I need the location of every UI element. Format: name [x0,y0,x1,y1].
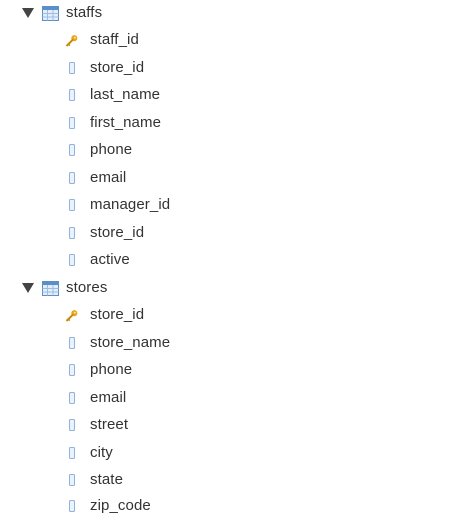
column-name: store_name [90,334,171,351]
column-row[interactable]: city [66,442,113,464]
column-row[interactable]: active [66,249,130,271]
key-icon [66,33,78,47]
table-node-staffs[interactable]: staffs [22,2,102,24]
column-row[interactable]: store_id [66,222,144,244]
triangle-down-icon[interactable] [22,282,34,294]
column-icon [66,61,78,75]
column-name: active [90,251,130,268]
column-row[interactable]: store_id [66,304,144,326]
column-name: first_name [90,114,162,131]
column-row[interactable]: phone [66,359,132,381]
column-name: state [90,471,124,488]
key-icon [66,308,78,322]
column-icon [66,226,78,240]
column-row[interactable]: email [66,167,126,189]
column-name: staff_id [90,31,139,48]
column-icon [66,253,78,267]
column-name: zip_code [90,497,151,514]
table-icon [42,5,59,21]
schema-tree: staffs staff_id store_id last_name first… [0,0,451,517]
column-row[interactable]: manager_id [66,194,170,216]
table-node-stores[interactable]: stores [22,277,107,299]
column-row[interactable]: last_name [66,84,160,106]
column-row[interactable]: store_id [66,57,144,79]
triangle-down-icon[interactable] [22,7,34,19]
column-icon [66,446,78,460]
column-icon [66,88,78,102]
column-row[interactable]: store_name [66,332,170,354]
column-row[interactable]: state [66,469,123,491]
table-name: staffs [66,4,103,21]
column-name: email [90,169,127,186]
column-icon [66,363,78,377]
column-name: manager_id [90,196,171,213]
column-icon [66,473,78,487]
column-name: store_id [90,306,145,323]
column-name: city [90,444,113,461]
column-name: phone [90,141,133,158]
column-row[interactable]: phone [66,139,132,161]
table-name: stores [66,279,108,296]
column-name: store_id [90,224,145,241]
column-icon [66,391,78,405]
column-name: email [90,389,127,406]
column-icon [66,198,78,212]
column-name: last_name [90,86,161,103]
column-icon [66,116,78,130]
column-icon [66,499,78,513]
column-name: street [90,416,129,433]
column-icon [66,143,78,157]
table-icon [42,280,59,296]
column-row[interactable]: first_name [66,112,161,134]
column-name: store_id [90,59,145,76]
column-row[interactable]: staff_id [66,29,139,51]
column-icon [66,171,78,185]
column-name: phone [90,361,133,378]
column-icon [66,418,78,432]
column-row[interactable]: street [66,414,128,436]
column-row[interactable]: zip_code [66,495,151,517]
column-row[interactable]: email [66,387,126,409]
column-icon [66,336,78,350]
